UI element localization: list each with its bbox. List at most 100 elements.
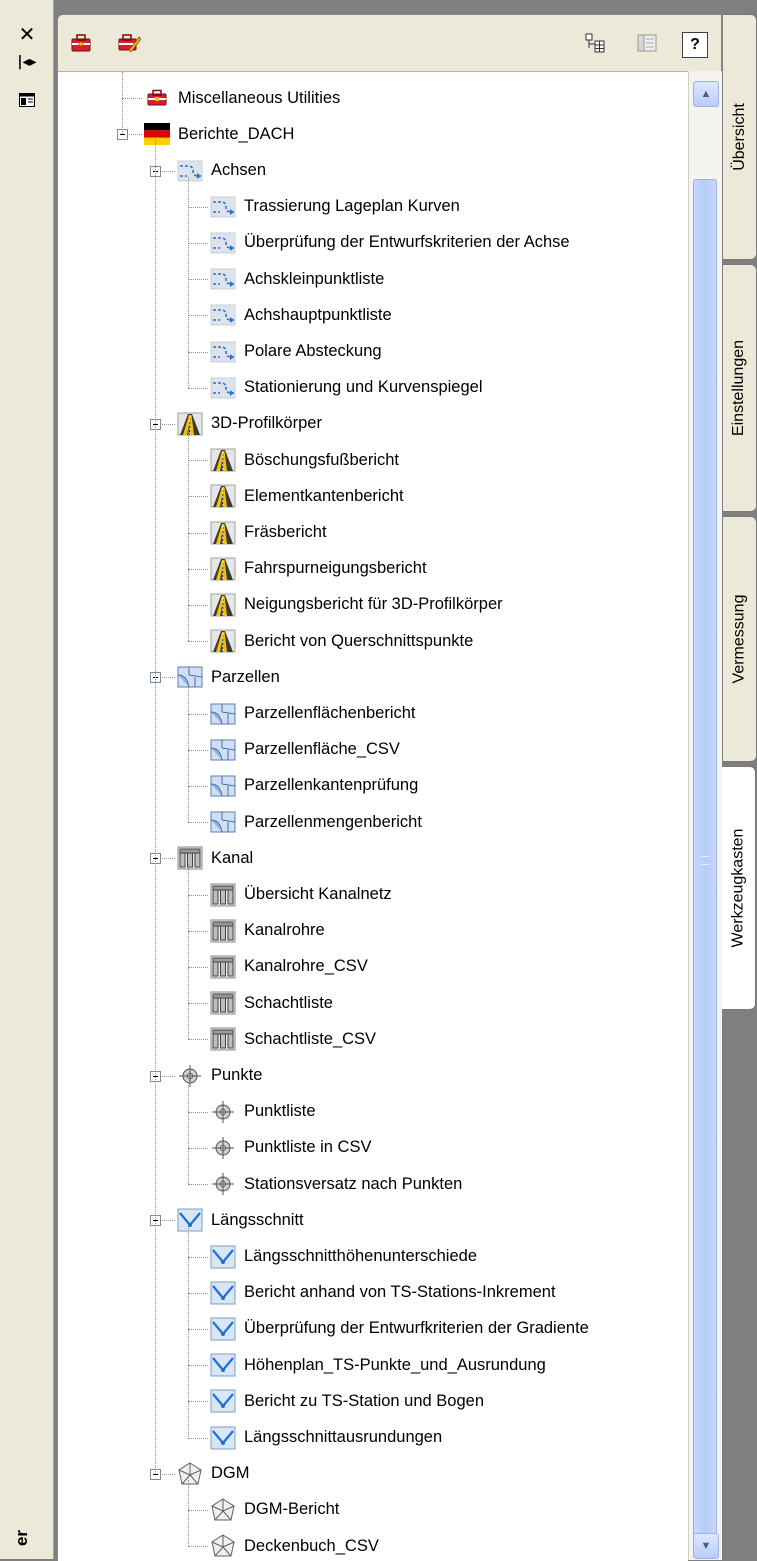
tree-report-item[interactable]: Punktliste in CSV xyxy=(210,1131,371,1165)
point-icon xyxy=(177,1064,203,1088)
pipe-network-icon xyxy=(210,991,236,1015)
tree-item-label: Übersicht Kanalnetz xyxy=(244,885,392,903)
profile-icon xyxy=(177,1208,203,1232)
alignment-icon xyxy=(210,195,236,219)
toolbar: ? xyxy=(58,15,721,71)
tab-uebersicht[interactable]: Übersicht xyxy=(723,14,757,260)
tree-connector-line xyxy=(188,750,208,751)
tree-item-label: Fahrspurneigungsbericht xyxy=(244,559,427,578)
tab-einstellungen[interactable]: Einstellungen xyxy=(723,264,757,512)
list-view-icon xyxy=(637,34,657,52)
tree-report-item[interactable]: Elementkantenbericht xyxy=(210,479,404,513)
tree-report-item[interactable]: Parzellenflächenbericht xyxy=(210,697,416,731)
tree-report-item[interactable]: Deckenbuch_CSV xyxy=(210,1529,379,1561)
tree-report-item[interactable]: Stationierung und Kurvenspiegel xyxy=(210,371,483,405)
tree-report-item[interactable]: Überprüfung der Entwurfkriterien der Gra… xyxy=(210,1312,589,1346)
alignment-icon xyxy=(210,376,236,400)
tree-item-label: Deckenbuch_CSV xyxy=(244,1536,379,1555)
corridor-icon xyxy=(210,629,236,653)
tree-folder-item[interactable]: Längsschnitt xyxy=(177,1203,304,1237)
profile-icon xyxy=(210,1245,236,1269)
auto-hide-icon[interactable]: |◂▸ xyxy=(16,52,38,72)
tree-report-item[interactable]: Parzellenmengenbericht xyxy=(210,805,422,839)
tree-item-label: Kanal xyxy=(211,848,254,867)
tree-report-item[interactable]: Fräsbericht xyxy=(210,516,327,550)
edit-toolbox-icon xyxy=(118,34,141,53)
german-flag-icon xyxy=(144,122,170,146)
parcel-icon xyxy=(210,702,236,726)
point-icon xyxy=(210,1172,236,1196)
tree-report-item[interactable]: Längsschnittausrundungen xyxy=(210,1421,442,1455)
tree-connector-line xyxy=(188,1226,189,1438)
tree-report-item[interactable]: Höhenplan_TS-Punkte_und_Ausrundung xyxy=(210,1348,546,1382)
tree-item-label: Elementkantenbericht xyxy=(244,486,404,505)
tree-report-item[interactable]: Bericht von Querschnittspunkte xyxy=(210,624,473,658)
tree-item-label: Parzellenflächenbericht xyxy=(244,704,416,722)
scroll-down-button[interactable]: ▼ xyxy=(693,1533,719,1559)
tree-connector-line xyxy=(188,388,208,389)
tree-folder-item[interactable]: 3D-Profilkörper xyxy=(177,407,322,441)
tree-item-label: Längsschnitthöhenunterschiede xyxy=(244,1247,478,1265)
tree-report-item[interactable]: Neigungsbericht für 3D-Profilkörper xyxy=(210,588,503,622)
tree-item-label: Bericht zu TS-Station und Bogen xyxy=(244,1391,485,1410)
tree-folder-item[interactable]: Miscellaneous Utilities xyxy=(144,81,340,115)
tree-report-item[interactable]: Kanalrohre xyxy=(210,914,325,948)
list-view-button[interactable] xyxy=(632,29,662,57)
tree-connector-line xyxy=(122,98,142,99)
toolbox-manager-button[interactable] xyxy=(66,29,96,57)
tree-connector-line xyxy=(188,207,208,208)
tree-connector-line xyxy=(188,460,208,461)
close-icon[interactable]: ✕ xyxy=(16,22,38,46)
tree-item-label: Kanalrohre_CSV xyxy=(244,957,368,976)
scroll-thumb[interactable] xyxy=(693,179,717,1541)
toolbox-tree: Miscellaneous Utilities Berichte_DACH Achs… xyxy=(58,71,688,1561)
scroll-up-button[interactable]: ▲ xyxy=(693,81,719,107)
tree-report-item[interactable]: Schachtliste_CSV xyxy=(210,1022,376,1056)
vertical-scrollbar[interactable]: ▲ ▼ xyxy=(688,71,722,1560)
tree-report-item[interactable]: Parzellenfläche_CSV xyxy=(210,733,400,767)
surface-icon xyxy=(177,1462,203,1486)
tree-report-item[interactable]: Stationsversatz nach Punkten xyxy=(210,1167,462,1201)
tree-view-button[interactable] xyxy=(580,29,610,57)
tree-report-item[interactable]: Böschungsfußbericht xyxy=(210,443,399,477)
tab-werkzeugkasten[interactable]: Werkzeugkasten xyxy=(722,766,756,1010)
tree-folder-item[interactable]: Parzellen xyxy=(177,660,280,694)
tree-report-item[interactable]: Kanalrohre_CSV xyxy=(210,950,368,984)
tree-connector-line xyxy=(188,569,208,570)
tree-connector-line xyxy=(188,864,189,1040)
tree-report-item[interactable]: Übersicht Kanalnetz xyxy=(210,878,392,912)
tree-connector-line xyxy=(188,1184,208,1185)
tree-item-label: Punkte xyxy=(211,1066,263,1084)
tree-report-item[interactable]: Fahrspurneigungsbericht xyxy=(210,552,427,586)
tree-item-label: Achsen xyxy=(211,161,267,179)
tree-report-item[interactable]: Punktliste xyxy=(210,1095,316,1129)
tree-report-item[interactable]: Achshauptpunktliste xyxy=(210,298,392,332)
tree-report-item[interactable]: Überprüfung der Entwurfskriterien der Ac… xyxy=(210,226,570,260)
tree-item-label: DGM xyxy=(211,1464,250,1483)
tree-connector-line xyxy=(188,279,208,280)
tree-connector-line xyxy=(188,315,208,316)
tree-report-item[interactable]: DGM-Bericht xyxy=(210,1493,339,1527)
help-button[interactable]: ? xyxy=(682,32,708,58)
tree-report-item[interactable]: Bericht zu TS-Station und Bogen xyxy=(210,1384,484,1418)
tree-folder-item[interactable]: Punkte xyxy=(177,1059,262,1093)
tree-item-label: Stationsversatz nach Punkten xyxy=(244,1174,463,1193)
tree-report-item[interactable]: Polare Absteckung xyxy=(210,335,382,369)
tree-folder-item[interactable]: Berichte_DACH xyxy=(144,117,294,151)
tree-report-item[interactable]: Trassierung Lageplan Kurven xyxy=(210,190,460,224)
tree-connector-line xyxy=(122,72,123,135)
tree-folder-item[interactable]: Achsen xyxy=(177,154,266,188)
profile-icon xyxy=(210,1426,236,1450)
tree-report-item[interactable]: Längsschnitthöhenunterschiede xyxy=(210,1240,477,1274)
tab-vermessung[interactable]: Vermessung xyxy=(723,516,757,762)
surface-icon xyxy=(210,1498,236,1522)
properties-icon[interactable] xyxy=(16,90,38,110)
tree-report-item[interactable]: Bericht anhand von TS-Stations-Inkrement xyxy=(210,1276,556,1310)
tree-item-label: Böschungsfußbericht xyxy=(244,450,400,469)
edit-toolbox-button[interactable] xyxy=(114,29,144,57)
tree-report-item[interactable]: Schachtliste xyxy=(210,986,333,1020)
tree-report-item[interactable]: Achskleinpunktliste xyxy=(210,262,384,296)
tree-view-icon xyxy=(585,33,605,53)
tree-report-item[interactable]: Parzellenkantenprüfung xyxy=(210,769,418,803)
tree-item-label: Fräsbericht xyxy=(244,523,327,541)
